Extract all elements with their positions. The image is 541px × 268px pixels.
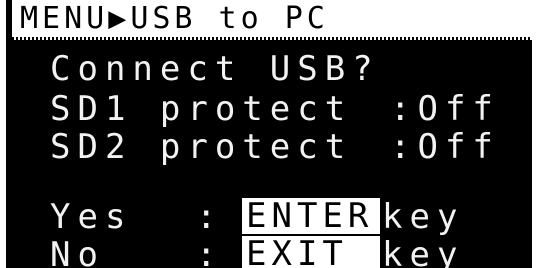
- exit-key-label: key: [382, 235, 465, 268]
- enter-key-label: key: [382, 197, 465, 237]
- yes-colon: :: [196, 197, 224, 237]
- no-colon: :: [196, 235, 224, 268]
- no-label: No: [50, 235, 105, 268]
- lcd-screen: MENU▶USB to PC Connect USB? SD1 protect …: [6, 0, 532, 268]
- breadcrumb-root: MENU: [20, 1, 109, 36]
- sd2-protect-label: SD2 protect: [50, 127, 353, 167]
- sd2-protect-value: :Off: [390, 127, 500, 167]
- sd1-protect-value: :Off: [390, 89, 500, 129]
- menu-title-bar: MENU▶USB to PC: [6, 0, 532, 40]
- enter-key-button[interactable]: ENTER: [242, 198, 380, 234]
- connect-usb-question: Connect USB?: [50, 49, 380, 89]
- play-arrow-icon: ▶: [108, 1, 131, 36]
- yes-label: Yes: [50, 197, 133, 237]
- exit-key-button[interactable]: EXIT: [242, 236, 380, 268]
- breadcrumb-page: USB to PC: [130, 1, 329, 36]
- sd1-protect-label: SD1 protect: [50, 89, 353, 129]
- breadcrumb: MENU▶USB to PC: [20, 2, 329, 36]
